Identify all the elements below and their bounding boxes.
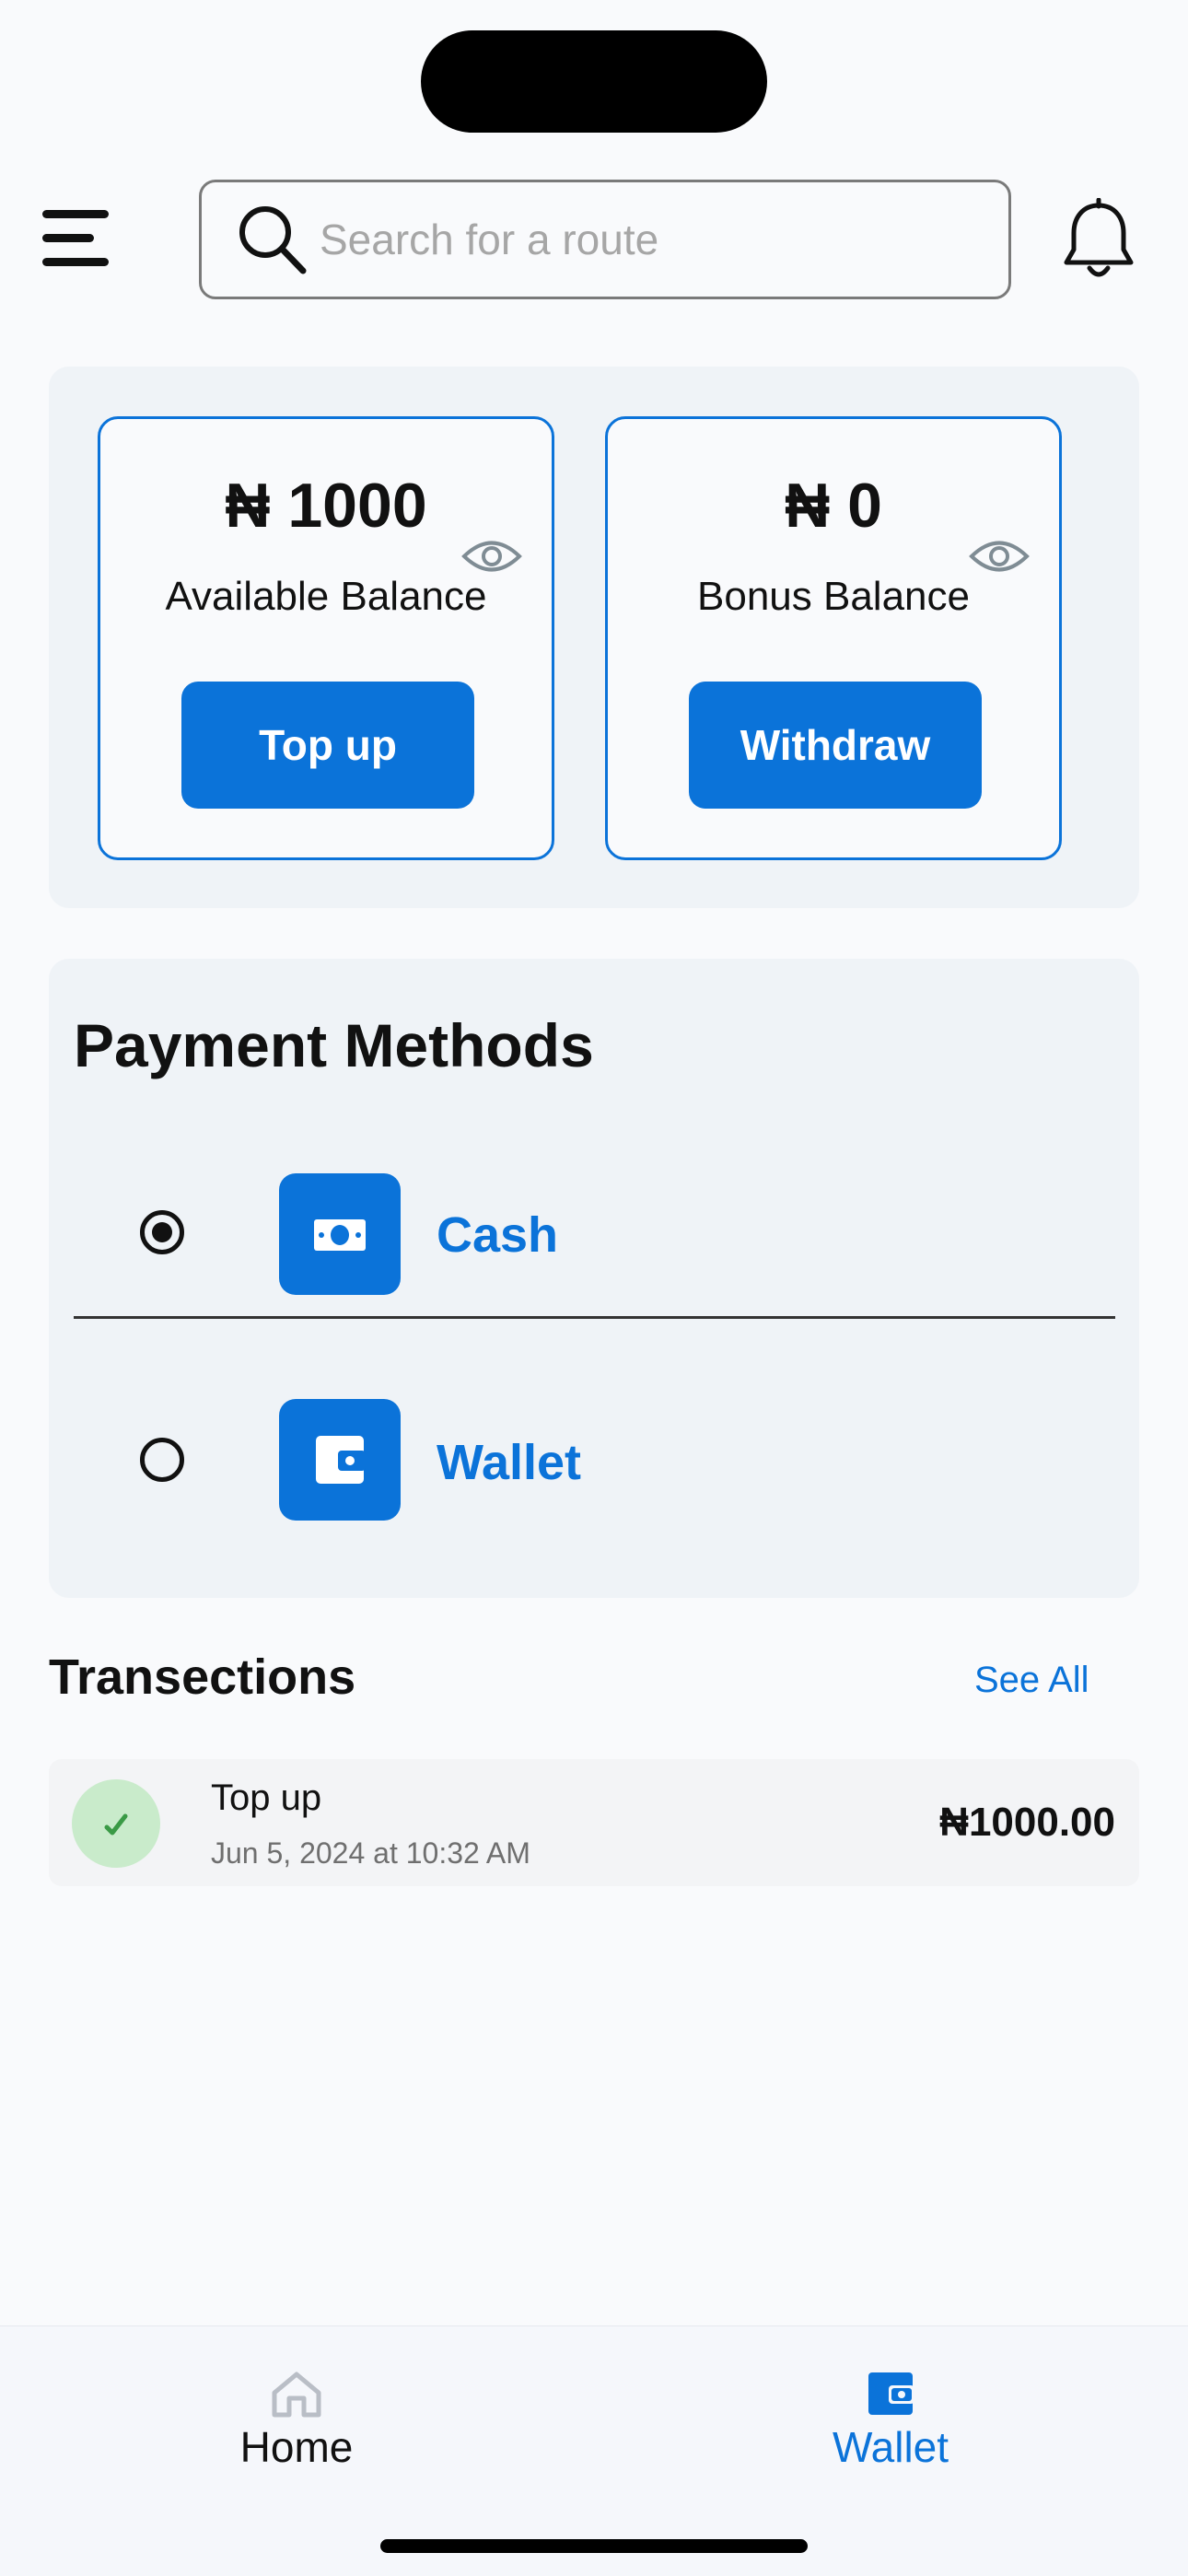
payment-methods-panel: Payment Methods Cash Wallet bbox=[49, 959, 1139, 1598]
transaction-date: Jun 5, 2024 at 10:32 AM bbox=[211, 1836, 530, 1870]
home-icon bbox=[272, 2372, 321, 2418]
eye-icon[interactable] bbox=[461, 535, 522, 577]
nav-item-home[interactable]: Home bbox=[158, 2345, 435, 2471]
home-indicator bbox=[380, 2539, 808, 2553]
balance-panel: ₦ 1000 Available Balance Top up ₦ 0 Bonu… bbox=[49, 367, 1139, 908]
payment-option-wallet[interactable]: Wallet bbox=[49, 1399, 1139, 1537]
cash-icon-glyph bbox=[314, 1219, 366, 1251]
check-icon-glyph bbox=[104, 1813, 128, 1836]
cash-radio[interactable] bbox=[140, 1210, 184, 1254]
radio-selected-dot bbox=[152, 1222, 172, 1242]
transaction-row[interactable]: Top up Jun 5, 2024 at 10:32 AM ₦1000.00 bbox=[49, 1759, 1139, 1886]
nav-label-wallet: Wallet bbox=[832, 2423, 949, 2471]
bell-icon[interactable] bbox=[1059, 198, 1138, 283]
search-icon bbox=[239, 206, 307, 274]
wallet-radio[interactable] bbox=[140, 1438, 184, 1482]
cash-label: Cash bbox=[437, 1207, 559, 1263]
payment-methods-title: Payment Methods bbox=[74, 1011, 594, 1079]
hamburger-menu-icon-bar bbox=[42, 234, 94, 242]
hamburger-menu-icon bbox=[42, 210, 109, 218]
wallet-icon bbox=[868, 2372, 914, 2415]
dynamic-island bbox=[421, 30, 767, 133]
available-balance-amount: ₦ 1000 bbox=[225, 471, 427, 541]
transactions-title: Transections bbox=[49, 1649, 356, 1705]
payment-divider bbox=[74, 1316, 1115, 1319]
wallet-icon-glyph bbox=[316, 1436, 366, 1484]
payment-option-cash[interactable]: Cash bbox=[49, 1166, 1139, 1304]
transaction-name: Top up bbox=[211, 1778, 322, 1818]
bonus-balance-card: ₦ 0 Bonus Balance Withdraw bbox=[605, 416, 1062, 860]
search-input[interactable] bbox=[318, 214, 966, 265]
menu-button[interactable] bbox=[42, 208, 112, 269]
eye-icon[interactable] bbox=[969, 535, 1030, 577]
available-balance-card: ₦ 1000 Available Balance Top up bbox=[98, 416, 554, 860]
top-up-button[interactable]: Top up bbox=[181, 682, 474, 809]
hamburger-menu-icon-bar bbox=[42, 258, 109, 266]
search-box[interactable] bbox=[199, 180, 1011, 299]
see-all-link[interactable]: See All bbox=[974, 1660, 1089, 1701]
nav-item-wallet[interactable]: Wallet bbox=[752, 2345, 1029, 2471]
wallet-icon bbox=[279, 1399, 401, 1521]
transaction-amount: ₦1000.00 bbox=[939, 1800, 1115, 1845]
bonus-balance-amount: ₦ 0 bbox=[785, 471, 882, 541]
withdraw-button[interactable]: Withdraw bbox=[689, 682, 982, 809]
check-icon bbox=[72, 1779, 160, 1868]
nav-label-home: Home bbox=[239, 2423, 354, 2471]
cash-icon bbox=[279, 1173, 401, 1295]
bonus-balance-label: Bonus Balance bbox=[697, 574, 970, 619]
available-balance-label: Available Balance bbox=[165, 574, 487, 619]
wallet-label: Wallet bbox=[437, 1435, 582, 1490]
